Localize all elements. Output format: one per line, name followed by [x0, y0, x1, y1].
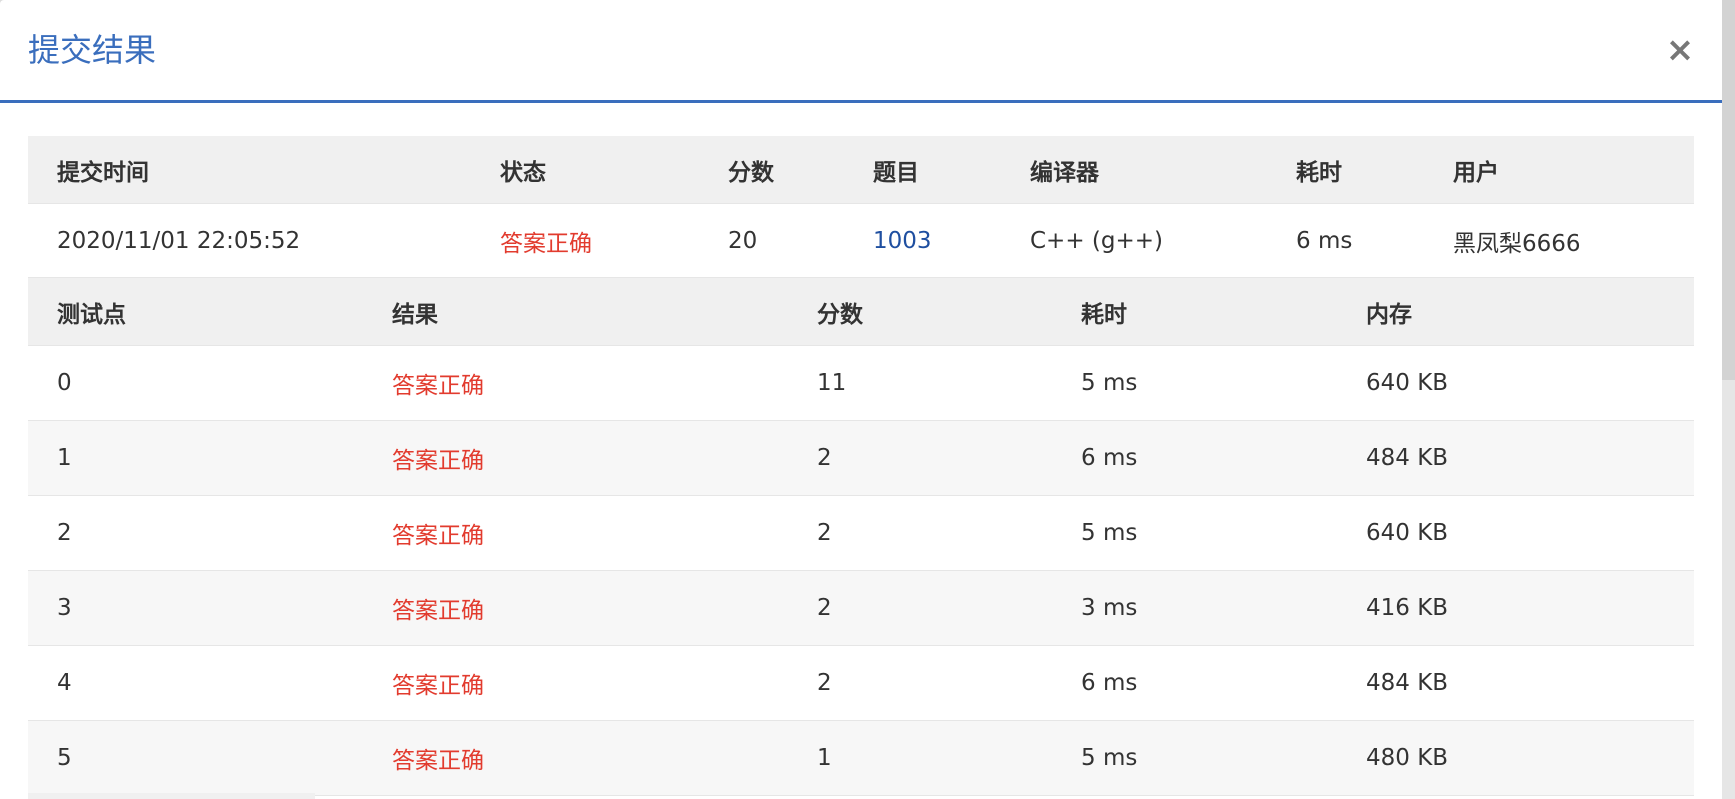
test-score: 2 [817, 670, 832, 696]
submission-row: 2020/11/01 22:05:52 答案正确 20 1003 C++ (g+… [28, 204, 1694, 278]
test-score: 2 [817, 520, 832, 546]
page-scrollbar-thumb[interactable] [1722, 0, 1735, 380]
test-result: 答案正确 [392, 598, 484, 624]
dialog-title: 提交结果 [28, 31, 157, 69]
col-header-problem: 题目 [873, 159, 919, 186]
test-score: 2 [817, 445, 832, 471]
table-row: 4 答案正确 2 6 ms 484 KB [28, 646, 1694, 721]
table-row: 2 答案正确 2 5 ms 640 KB [28, 496, 1694, 571]
close-icon[interactable]: × [1664, 30, 1696, 70]
col-header-compiler: 编译器 [1030, 159, 1099, 186]
submission-user: 黑凤梨6666 [1453, 230, 1581, 257]
test-duration: 6 ms [1081, 445, 1138, 471]
submission-compiler: C++ (g++) [1030, 227, 1164, 254]
table-row: 0 答案正确 11 5 ms 640 KB [28, 346, 1694, 421]
result-table: 提交时间 状态 分数 题目 编译器 耗时 用户 2020/11/01 22:05… [28, 136, 1694, 796]
problem-link[interactable]: 1003 [873, 204, 932, 277]
test-case: 1 [57, 445, 72, 471]
test-case: 5 [57, 745, 72, 771]
submission-score: 20 [728, 227, 758, 254]
col-header-status: 状态 [500, 159, 546, 186]
table-row: 5 答案正确 1 5 ms 480 KB [28, 721, 1694, 796]
submission-duration: 6 ms [1296, 227, 1353, 254]
test-memory: 640 KB [1366, 370, 1449, 396]
test-case: 3 [57, 595, 72, 621]
test-result: 答案正确 [392, 448, 484, 474]
col-header-memory: 内存 [1366, 301, 1412, 328]
col-header-result: 结果 [392, 301, 438, 328]
test-case: 4 [57, 670, 72, 696]
test-duration: 5 ms [1081, 520, 1138, 546]
dialog-header: 提交结果 × [0, 0, 1722, 103]
col-header-time: 提交时间 [57, 159, 149, 186]
test-result: 答案正确 [392, 748, 484, 774]
tests-header-row: 测试点 结果 分数 耗时 内存 [28, 278, 1694, 346]
submission-status: 答案正确 [500, 230, 592, 257]
test-score: 1 [817, 745, 832, 771]
col-header-user: 用户 [1453, 159, 1499, 186]
test-memory: 640 KB [1366, 520, 1449, 546]
test-case: 0 [57, 370, 72, 396]
test-result: 答案正确 [392, 673, 484, 699]
test-duration: 3 ms [1081, 595, 1138, 621]
test-memory: 416 KB [1366, 595, 1449, 621]
test-result: 答案正确 [392, 373, 484, 399]
test-score: 11 [817, 370, 847, 396]
test-memory: 484 KB [1366, 445, 1449, 471]
col-header-duration: 耗时 [1296, 159, 1342, 186]
table-row: 1 答案正确 2 6 ms 484 KB [28, 421, 1694, 496]
test-case: 2 [57, 520, 72, 546]
submission-result-dialog: 提交结果 × 提交时间 状态 分数 题目 编译器 耗时 用户 2020/11/0… [0, 0, 1722, 799]
col-header-case: 测试点 [57, 301, 126, 328]
test-score: 2 [817, 595, 832, 621]
test-memory: 480 KB [1366, 745, 1449, 771]
col-header-test-score: 分数 [817, 301, 863, 328]
horizontal-scrollbar[interactable] [28, 793, 315, 799]
table-row: 3 答案正确 2 3 ms 416 KB [28, 571, 1694, 646]
test-duration: 5 ms [1081, 745, 1138, 771]
test-memory: 484 KB [1366, 670, 1449, 696]
submission-time: 2020/11/01 22:05:52 [57, 227, 301, 254]
submission-header-row: 提交时间 状态 分数 题目 编译器 耗时 用户 [28, 136, 1694, 204]
test-result: 答案正确 [392, 523, 484, 549]
col-header-test-duration: 耗时 [1081, 301, 1127, 328]
page-scrollbar[interactable] [1722, 0, 1735, 799]
col-header-score: 分数 [728, 159, 774, 186]
test-duration: 5 ms [1081, 370, 1138, 396]
test-duration: 6 ms [1081, 670, 1138, 696]
